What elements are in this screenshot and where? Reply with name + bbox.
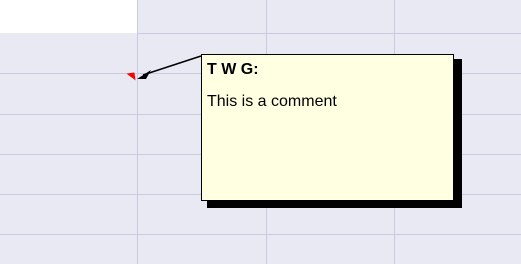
callout-line [142, 55, 202, 76]
comment-author: T W G: [207, 61, 259, 78]
callout-arrowhead [137, 70, 151, 79]
comment-box[interactable]: T W G: This is a comment [201, 54, 454, 201]
comment-text[interactable]: This is a comment [207, 93, 337, 111]
spreadsheet-grid[interactable]: T W G: This is a comment [0, 0, 521, 264]
